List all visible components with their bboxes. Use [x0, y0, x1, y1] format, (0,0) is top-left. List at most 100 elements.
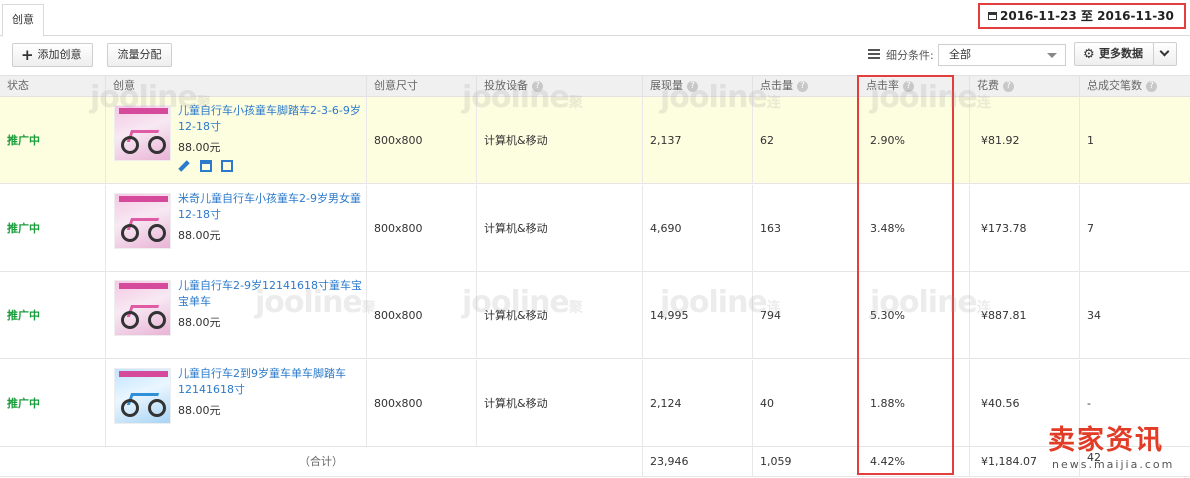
- table-header: 状态 创意 创意尺寸 投放设备? 展现量? 点击量? 点击率? 花费? 总成交笔…: [0, 75, 1190, 97]
- date-range-text: 2016-11-23 至 2016-11-30: [1000, 9, 1174, 23]
- clicks-cell: 40: [753, 360, 859, 447]
- impressions-cell: 4,690: [643, 185, 753, 272]
- col-device[interactable]: 投放设备?: [477, 76, 643, 97]
- device-cell: 计算机&移动: [477, 97, 643, 184]
- creative-title-link[interactable]: 儿童自行车小孩童车脚踏车2-3-6-9岁12-18寸: [178, 103, 363, 135]
- total-cost: ¥1,184.07: [970, 447, 1080, 477]
- creative-cell: 儿童自行车2到9岁童车单车脚踏车12141618寸 88.00元: [106, 360, 367, 447]
- ctr-cell: 2.90%: [859, 97, 970, 184]
- clicks-cell: 794: [753, 272, 859, 359]
- col-creative-label: 创意: [113, 79, 135, 92]
- clicks-cell: 62: [753, 97, 859, 184]
- segment-select[interactable]: 全部: [938, 44, 1066, 66]
- segment-select-value: 全部: [949, 48, 971, 61]
- add-creative-label: 添加创意: [37, 48, 82, 61]
- more-data-dropdown-button[interactable]: [1153, 42, 1177, 66]
- clicks-cell: 163: [753, 185, 859, 272]
- impressions-cell: 2,124: [643, 360, 753, 447]
- size-cell: 800x800: [367, 272, 477, 359]
- col-status-label: 状态: [7, 79, 29, 92]
- total-clicks: 1,059: [753, 447, 859, 477]
- table-row: 推广中 儿童自行车小孩童车脚踏车2-3-6-9岁12-18寸 88.00元 80…: [0, 97, 1190, 184]
- total-label: （合计）: [0, 447, 643, 477]
- col-cost-label: 花费: [977, 79, 999, 92]
- help-icon[interactable]: ?: [1146, 80, 1157, 92]
- col-orders[interactable]: 总成交笔数?: [1080, 76, 1190, 97]
- cost-cell: ¥81.92: [970, 97, 1080, 184]
- creative-title-link[interactable]: 儿童自行车2-9岁12141618寸童车宝宝单车: [178, 278, 363, 310]
- cost-cell: ¥887.81: [970, 272, 1080, 359]
- cost-cell: ¥173.78: [970, 185, 1080, 272]
- orders-cell: -: [1087, 397, 1091, 410]
- col-status[interactable]: 状态: [0, 76, 106, 97]
- ctr-cell: 3.48%: [859, 185, 970, 272]
- tab-creative[interactable]: 创意: [2, 4, 44, 37]
- ctr-cell: 1.88%: [859, 360, 970, 447]
- total-ctr: 4.42%: [859, 447, 970, 477]
- col-clicks-label: 点击量: [760, 79, 793, 92]
- filter-label: 细分条件:: [886, 49, 934, 62]
- col-impressions-label: 展现量: [650, 79, 683, 92]
- col-ctr[interactable]: 点击率?: [859, 76, 970, 97]
- creative-title-link[interactable]: 米奇儿童自行车小孩童车2-9岁男女童12-18寸: [178, 191, 363, 223]
- table-row: 推广中 儿童自行车2-9岁12141618寸童车宝宝单车 88.00元 800x…: [0, 272, 1190, 359]
- col-device-label: 投放设备: [484, 79, 528, 92]
- col-cost[interactable]: 花费?: [970, 76, 1080, 97]
- status-badge: 推广中: [0, 185, 106, 272]
- creative-price: 88.00元: [178, 229, 221, 242]
- col-size[interactable]: 创意尺寸: [367, 76, 477, 97]
- help-icon[interactable]: ?: [903, 80, 914, 92]
- col-impressions[interactable]: 展现量?: [643, 76, 753, 97]
- help-icon[interactable]: ?: [1003, 80, 1014, 92]
- col-clicks[interactable]: 点击量?: [753, 76, 859, 97]
- size-cell: 800x800: [367, 360, 477, 447]
- orders-cell: 1: [1087, 134, 1094, 147]
- col-creative[interactable]: 创意: [106, 76, 367, 97]
- gear-icon: ⚙: [1083, 47, 1095, 62]
- status-badge: 推广中: [0, 97, 106, 184]
- col-ctr-label: 点击率: [866, 79, 899, 92]
- creative-price: 88.00元: [178, 404, 221, 417]
- creative-price: 88.00元: [178, 141, 221, 154]
- total-orders: 42: [1087, 451, 1101, 464]
- chevron-down-icon: [1159, 46, 1170, 57]
- creative-thumbnail[interactable]: [114, 193, 171, 249]
- more-data-label: 更多数据: [1099, 47, 1143, 60]
- list-icon: [868, 49, 880, 59]
- caret-down-icon: [1047, 53, 1057, 58]
- delete-icon[interactable]: [199, 160, 212, 172]
- creative-title-link[interactable]: 儿童自行车2到9岁童车单车脚踏车12141618寸: [178, 366, 363, 398]
- edit-icon[interactable]: [178, 160, 190, 172]
- creative-cell: 儿童自行车小孩童车脚踏车2-3-6-9岁12-18寸 88.00元: [106, 97, 367, 184]
- creative-cell: 米奇儿童自行车小孩童车2-9岁男女童12-18寸 88.00元: [106, 185, 367, 272]
- creative-thumbnail[interactable]: [114, 368, 171, 424]
- date-range-picker[interactable]: 2016-11-23 至 2016-11-30: [978, 3, 1186, 29]
- creative-thumbnail[interactable]: [114, 280, 171, 336]
- status-badge: 推广中: [0, 360, 106, 447]
- size-cell: 800x800: [367, 97, 477, 184]
- help-icon[interactable]: ?: [797, 80, 808, 92]
- orders-cell: 34: [1087, 309, 1101, 322]
- impressions-cell: 2,137: [643, 97, 753, 184]
- ctr-cell: 5.30%: [859, 272, 970, 359]
- help-icon[interactable]: ?: [532, 80, 543, 92]
- table-row: 推广中 儿童自行车2到9岁童车单车脚踏车12141618寸 88.00元 800…: [0, 360, 1190, 447]
- help-icon[interactable]: ?: [687, 80, 698, 92]
- plus-icon: +: [21, 46, 34, 64]
- col-size-label: 创意尺寸: [374, 79, 418, 92]
- traffic-allocation-button[interactable]: 流量分配: [107, 43, 172, 67]
- add-creative-button[interactable]: + 添加创意: [12, 43, 93, 67]
- total-impressions: 23,946: [643, 447, 753, 477]
- toolbar: + 添加创意 流量分配 细分条件: 全部 ⚙ 更多数据: [0, 37, 1190, 73]
- preview-icon[interactable]: [221, 160, 233, 172]
- tab-bar: 创意 2016-11-23 至 2016-11-30: [0, 0, 1190, 37]
- device-cell: 计算机&移动: [477, 185, 643, 272]
- status-badge: 推广中: [0, 272, 106, 359]
- creative-actions: [178, 160, 239, 174]
- impressions-cell: 14,995: [643, 272, 753, 359]
- creative-price: 88.00元: [178, 316, 221, 329]
- more-data-button[interactable]: ⚙ 更多数据: [1074, 42, 1154, 66]
- size-cell: 800x800: [367, 185, 477, 272]
- creative-thumbnail[interactable]: [114, 105, 171, 161]
- col-orders-label: 总成交笔数: [1087, 79, 1142, 92]
